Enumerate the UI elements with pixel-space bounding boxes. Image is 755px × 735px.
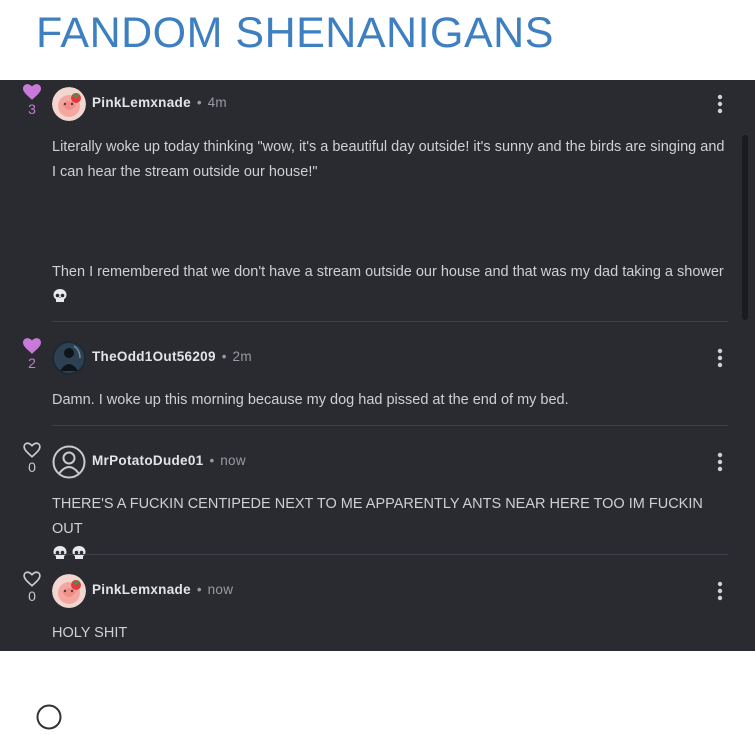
comment-paragraph: Damn. I woke up this morning because my … xyxy=(52,392,569,408)
skull-emoji-icon xyxy=(53,546,67,559)
more-options-icon[interactable] xyxy=(712,580,728,602)
comment-paragraph: HOLY SHIT xyxy=(52,625,128,641)
timestamp: 4m xyxy=(207,95,227,110)
heart-outline-icon[interactable] xyxy=(23,442,41,458)
comment-paragraph: Then I remembered that we don't have a s… xyxy=(52,264,724,280)
username[interactable]: TheOdd1Out56209 xyxy=(92,349,216,364)
comment-paragraph: THERE'S A FUCKIN CENTIPEDE NEXT TO ME AP… xyxy=(52,496,703,537)
comment-meta: PinkLemxnade • 4m xyxy=(92,95,227,110)
user-icon[interactable] xyxy=(36,704,62,730)
username[interactable]: PinkLemxnade xyxy=(92,582,191,597)
site-header: FANDOM SHENANIGANS xyxy=(0,0,755,81)
meta-separator: • xyxy=(196,95,202,110)
username[interactable]: MrPotatoDude01 xyxy=(92,453,203,468)
like-count: 0 xyxy=(28,459,36,475)
like-control[interactable]: 0 xyxy=(22,442,42,475)
comment-divider xyxy=(52,425,728,426)
meta-separator: • xyxy=(196,582,202,597)
comment-text: Literally woke up today thinking "wow, i… xyxy=(52,135,728,185)
comments-panel[interactable]: 3 PinkLemxnade • 4m Literally woke up to… xyxy=(0,80,755,651)
heart-filled-icon[interactable] xyxy=(23,338,41,354)
like-control[interactable]: 3 xyxy=(22,84,42,117)
comment-meta: PinkLemxnade • now xyxy=(92,582,233,597)
like-count: 2 xyxy=(28,355,36,371)
more-options-icon[interactable] xyxy=(712,451,728,473)
like-count: 0 xyxy=(28,588,36,604)
comment-meta: MrPotatoDude01 • now xyxy=(92,453,246,468)
comment-text: Then I remembered that we don't have a s… xyxy=(52,260,728,310)
site-title[interactable]: FANDOM SHENANIGANS xyxy=(36,8,554,58)
strawberry-avatar[interactable] xyxy=(52,87,86,121)
comment-text: HOLY SHIT xyxy=(52,621,728,646)
comment-text: THERE'S A FUCKIN CENTIPEDE NEXT TO ME AP… xyxy=(52,492,728,567)
skull-emoji-icon xyxy=(53,289,67,302)
scrollbar-thumb[interactable] xyxy=(742,135,748,320)
dark-figure-avatar[interactable] xyxy=(52,341,86,375)
strawberry-avatar[interactable] xyxy=(52,574,86,608)
meta-separator: • xyxy=(209,453,215,468)
like-count: 3 xyxy=(28,101,36,117)
heart-outline-icon[interactable] xyxy=(23,571,41,587)
heart-filled-icon[interactable] xyxy=(23,84,41,100)
more-options-icon[interactable] xyxy=(712,347,728,369)
comment-meta: TheOdd1Out56209 • 2m xyxy=(92,349,252,364)
comment-text: Damn. I woke up this morning because my … xyxy=(52,388,728,413)
username[interactable]: PinkLemxnade xyxy=(92,95,191,110)
timestamp: now xyxy=(207,582,234,597)
default-user-avatar[interactable] xyxy=(52,445,86,479)
more-options-icon[interactable] xyxy=(712,93,728,115)
skull-emoji-icon xyxy=(72,546,86,559)
comment-divider xyxy=(52,321,728,322)
timestamp: now xyxy=(220,453,246,468)
meta-separator: • xyxy=(221,349,227,364)
like-control[interactable]: 2 xyxy=(22,338,42,371)
comment-paragraph: Literally woke up today thinking "wow, i… xyxy=(52,139,725,180)
comment-divider xyxy=(52,554,728,555)
like-control[interactable]: 0 xyxy=(22,571,42,604)
timestamp: 2m xyxy=(232,349,252,364)
